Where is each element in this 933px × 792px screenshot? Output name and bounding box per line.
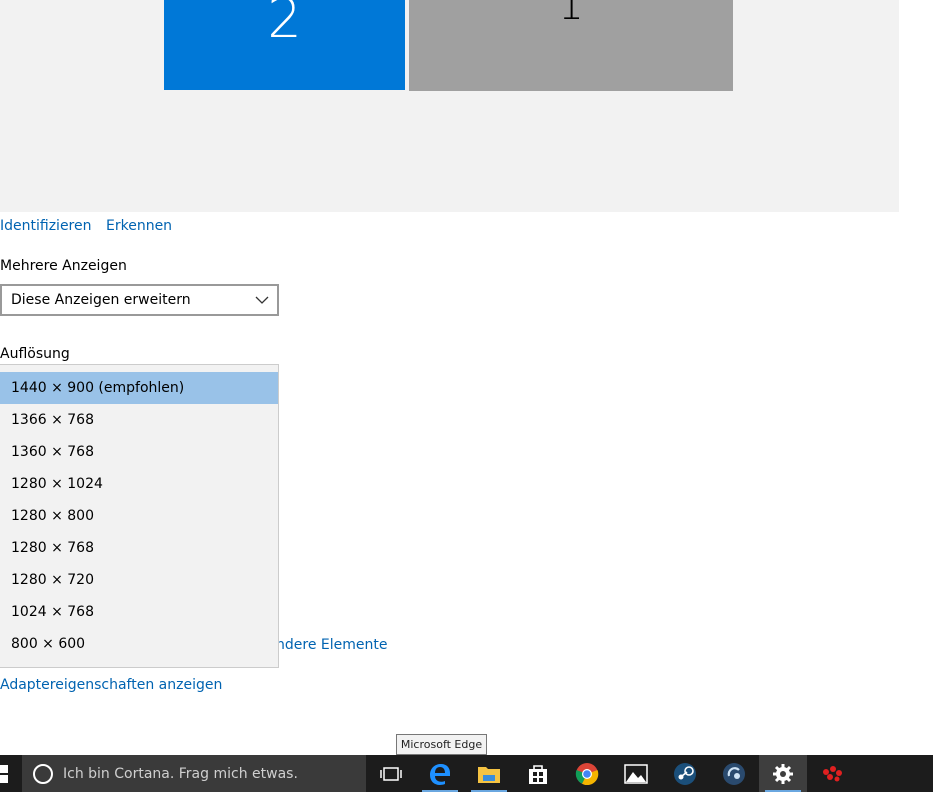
teamspeak-button[interactable]: [710, 755, 758, 792]
taskbar: Ich bin Cortana. Frag mich etwas.: [0, 755, 933, 792]
windows-logo-icon: [0, 775, 8, 783]
resolution-dropdown[interactable]: 1440 × 900 (empfohlen) 1366 × 768 1360 ×…: [0, 364, 279, 668]
photos-icon: [624, 763, 648, 784]
monitor-2-number: 2: [267, 0, 302, 50]
resolution-option-1280x720[interactable]: 1280 × 720: [0, 564, 278, 596]
edge-taskbar-button[interactable]: [416, 755, 464, 792]
settings-icon: [773, 763, 793, 784]
red-app-button[interactable]: [808, 755, 856, 792]
resolution-option-1366x768[interactable]: 1366 × 768: [0, 404, 278, 436]
monitor-1-number: 1: [558, 0, 584, 29]
steam-button[interactable]: [661, 755, 709, 792]
edge-icon: [430, 763, 450, 785]
teamspeak-icon: [723, 762, 745, 785]
cortana-search-box[interactable]: Ich bin Cortana. Frag mich etwas.: [22, 755, 366, 792]
resolution-option-800x600[interactable]: 800 × 600: [0, 628, 278, 660]
cortana-icon: [33, 763, 53, 784]
store-button[interactable]: [514, 755, 562, 792]
steam-icon: [674, 762, 696, 785]
file-explorer-icon: [478, 766, 500, 783]
resolution-option-1280x800[interactable]: 1280 × 800: [0, 500, 278, 532]
photos-button[interactable]: [612, 755, 660, 792]
chevron-down-icon: [255, 296, 269, 304]
multiple-displays-select[interactable]: Diese Anzeigen erweitern: [0, 284, 279, 316]
cortana-search-placeholder: Ich bin Cortana. Frag mich etwas.: [63, 765, 298, 782]
identify-link[interactable]: Identifizieren: [0, 218, 92, 234]
dropdown-padding: [0, 365, 278, 372]
resolution-option-1024x768[interactable]: 1024 × 768: [0, 596, 278, 628]
store-icon: [529, 764, 547, 784]
start-button[interactable]: [0, 755, 22, 792]
chrome-icon: [575, 762, 599, 785]
other-elements-link[interactable]: ndere Elemente: [276, 637, 387, 653]
windows-logo-icon: [0, 765, 8, 773]
resolution-option-1360x768[interactable]: 1360 × 768: [0, 436, 278, 468]
multiple-displays-label: Mehrere Anzeigen: [0, 258, 127, 274]
resolution-label: Auflösung: [0, 346, 70, 362]
detect-link[interactable]: Erkennen: [106, 218, 172, 234]
multiple-displays-value: Diese Anzeigen erweitern: [11, 292, 191, 308]
adapter-properties-link[interactable]: Adaptereigenschaften anzeigen: [0, 677, 222, 693]
monitor-1-tile[interactable]: 1: [409, 0, 733, 91]
resolution-option-1440x900[interactable]: 1440 × 900 (empfohlen): [0, 372, 278, 404]
settings-button[interactable]: [759, 755, 807, 792]
task-view-button[interactable]: [367, 755, 415, 792]
display-preview-area: 2 1: [0, 0, 899, 212]
app-icon: [823, 765, 842, 781]
chrome-button[interactable]: [563, 755, 611, 792]
monitor-2-tile[interactable]: 2: [164, 0, 405, 90]
resolution-option-1280x1024[interactable]: 1280 × 1024: [0, 468, 278, 500]
resolution-option-1280x768[interactable]: 1280 × 768: [0, 532, 278, 564]
edge-tooltip: Microsoft Edge: [396, 734, 487, 755]
task-view-icon: [380, 766, 402, 781]
file-explorer-button[interactable]: [465, 755, 513, 792]
